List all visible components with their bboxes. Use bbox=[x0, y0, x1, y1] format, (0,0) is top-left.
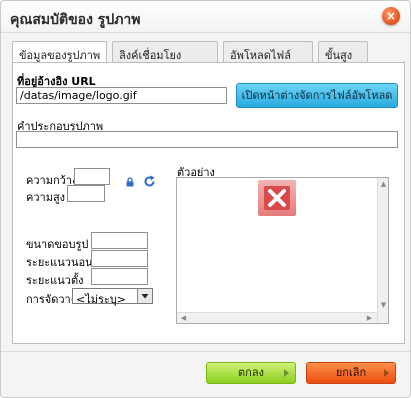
horizontal-scrollbar[interactable]: ◀ ▶ bbox=[177, 312, 377, 323]
chevron-down-icon[interactable] bbox=[137, 289, 152, 303]
tab-advanced[interactable]: ขั้นสูง bbox=[318, 41, 368, 63]
height-input[interactable] bbox=[67, 185, 105, 202]
scroll-up-icon[interactable]: ▲ bbox=[378, 179, 389, 190]
tab-link[interactable]: ลิงค์เชื่อมโยง bbox=[112, 41, 218, 63]
tab-upload[interactable]: อัพโหลดไฟล์ bbox=[223, 41, 313, 63]
close-button[interactable]: × bbox=[382, 7, 400, 25]
border-input[interactable] bbox=[91, 232, 148, 249]
alt-text-input[interactable] bbox=[16, 131, 398, 148]
preview-area: ▲ ▼ ◀ ▶ bbox=[176, 177, 389, 324]
vertical-scrollbar[interactable]: ▲ ▼ bbox=[377, 178, 388, 323]
vspace-label: ระยะแนวตั้ง bbox=[26, 274, 84, 287]
align-select[interactable]: <ไม่ระบุ> bbox=[72, 288, 153, 306]
hspace-input[interactable] bbox=[91, 250, 148, 267]
cancel-button[interactable]: ยกเลิก bbox=[306, 362, 396, 384]
ok-button[interactable]: ตกลง bbox=[206, 362, 296, 384]
close-icon: × bbox=[385, 9, 397, 23]
hspace-label: ระยะแนวนอน bbox=[26, 256, 93, 269]
ok-button-label: ตกลง bbox=[238, 366, 264, 379]
tab-image-info[interactable]: ข้อมูลของรูปภาพ bbox=[12, 41, 107, 64]
vspace-input[interactable] bbox=[91, 268, 148, 285]
height-label: ความสูง bbox=[26, 191, 66, 204]
align-label: การจัดวาง bbox=[26, 293, 77, 306]
image-properties-dialog: คุณสมบัติของ รูปภาพ × ข้อมูลของรูปภาพ ลิ… bbox=[0, 0, 411, 398]
align-select-value: <ไม่ระบุ> bbox=[76, 293, 127, 306]
browse-server-button[interactable]: เปิดหน้าต่างจัดการไฟล์อัพโหลด bbox=[236, 83, 398, 108]
lock-icon[interactable] bbox=[125, 177, 135, 187]
border-label: ขนาดขอบรูป bbox=[26, 238, 89, 251]
dialog-footer: ตกลง ยกเลิก bbox=[1, 351, 410, 397]
dialog-titlebar[interactable]: คุณสมบัติของ รูปภาพ × bbox=[1, 1, 410, 33]
dialog-title: คุณสมบัติของ รูปภาพ bbox=[10, 12, 141, 28]
arrow-right-icon bbox=[284, 369, 289, 377]
width-input[interactable] bbox=[74, 168, 110, 185]
cancel-button-label: ยกเลิก bbox=[335, 366, 367, 379]
url-input[interactable]: /datas/image/logo.gif bbox=[16, 87, 227, 104]
arrow-right-icon bbox=[384, 369, 389, 377]
scroll-right-icon[interactable]: ▶ bbox=[364, 313, 375, 324]
scroll-down-icon[interactable]: ▼ bbox=[378, 300, 389, 311]
reset-size-icon[interactable] bbox=[143, 175, 156, 188]
scroll-left-icon[interactable]: ◀ bbox=[178, 313, 189, 324]
broken-image-icon bbox=[258, 180, 296, 216]
